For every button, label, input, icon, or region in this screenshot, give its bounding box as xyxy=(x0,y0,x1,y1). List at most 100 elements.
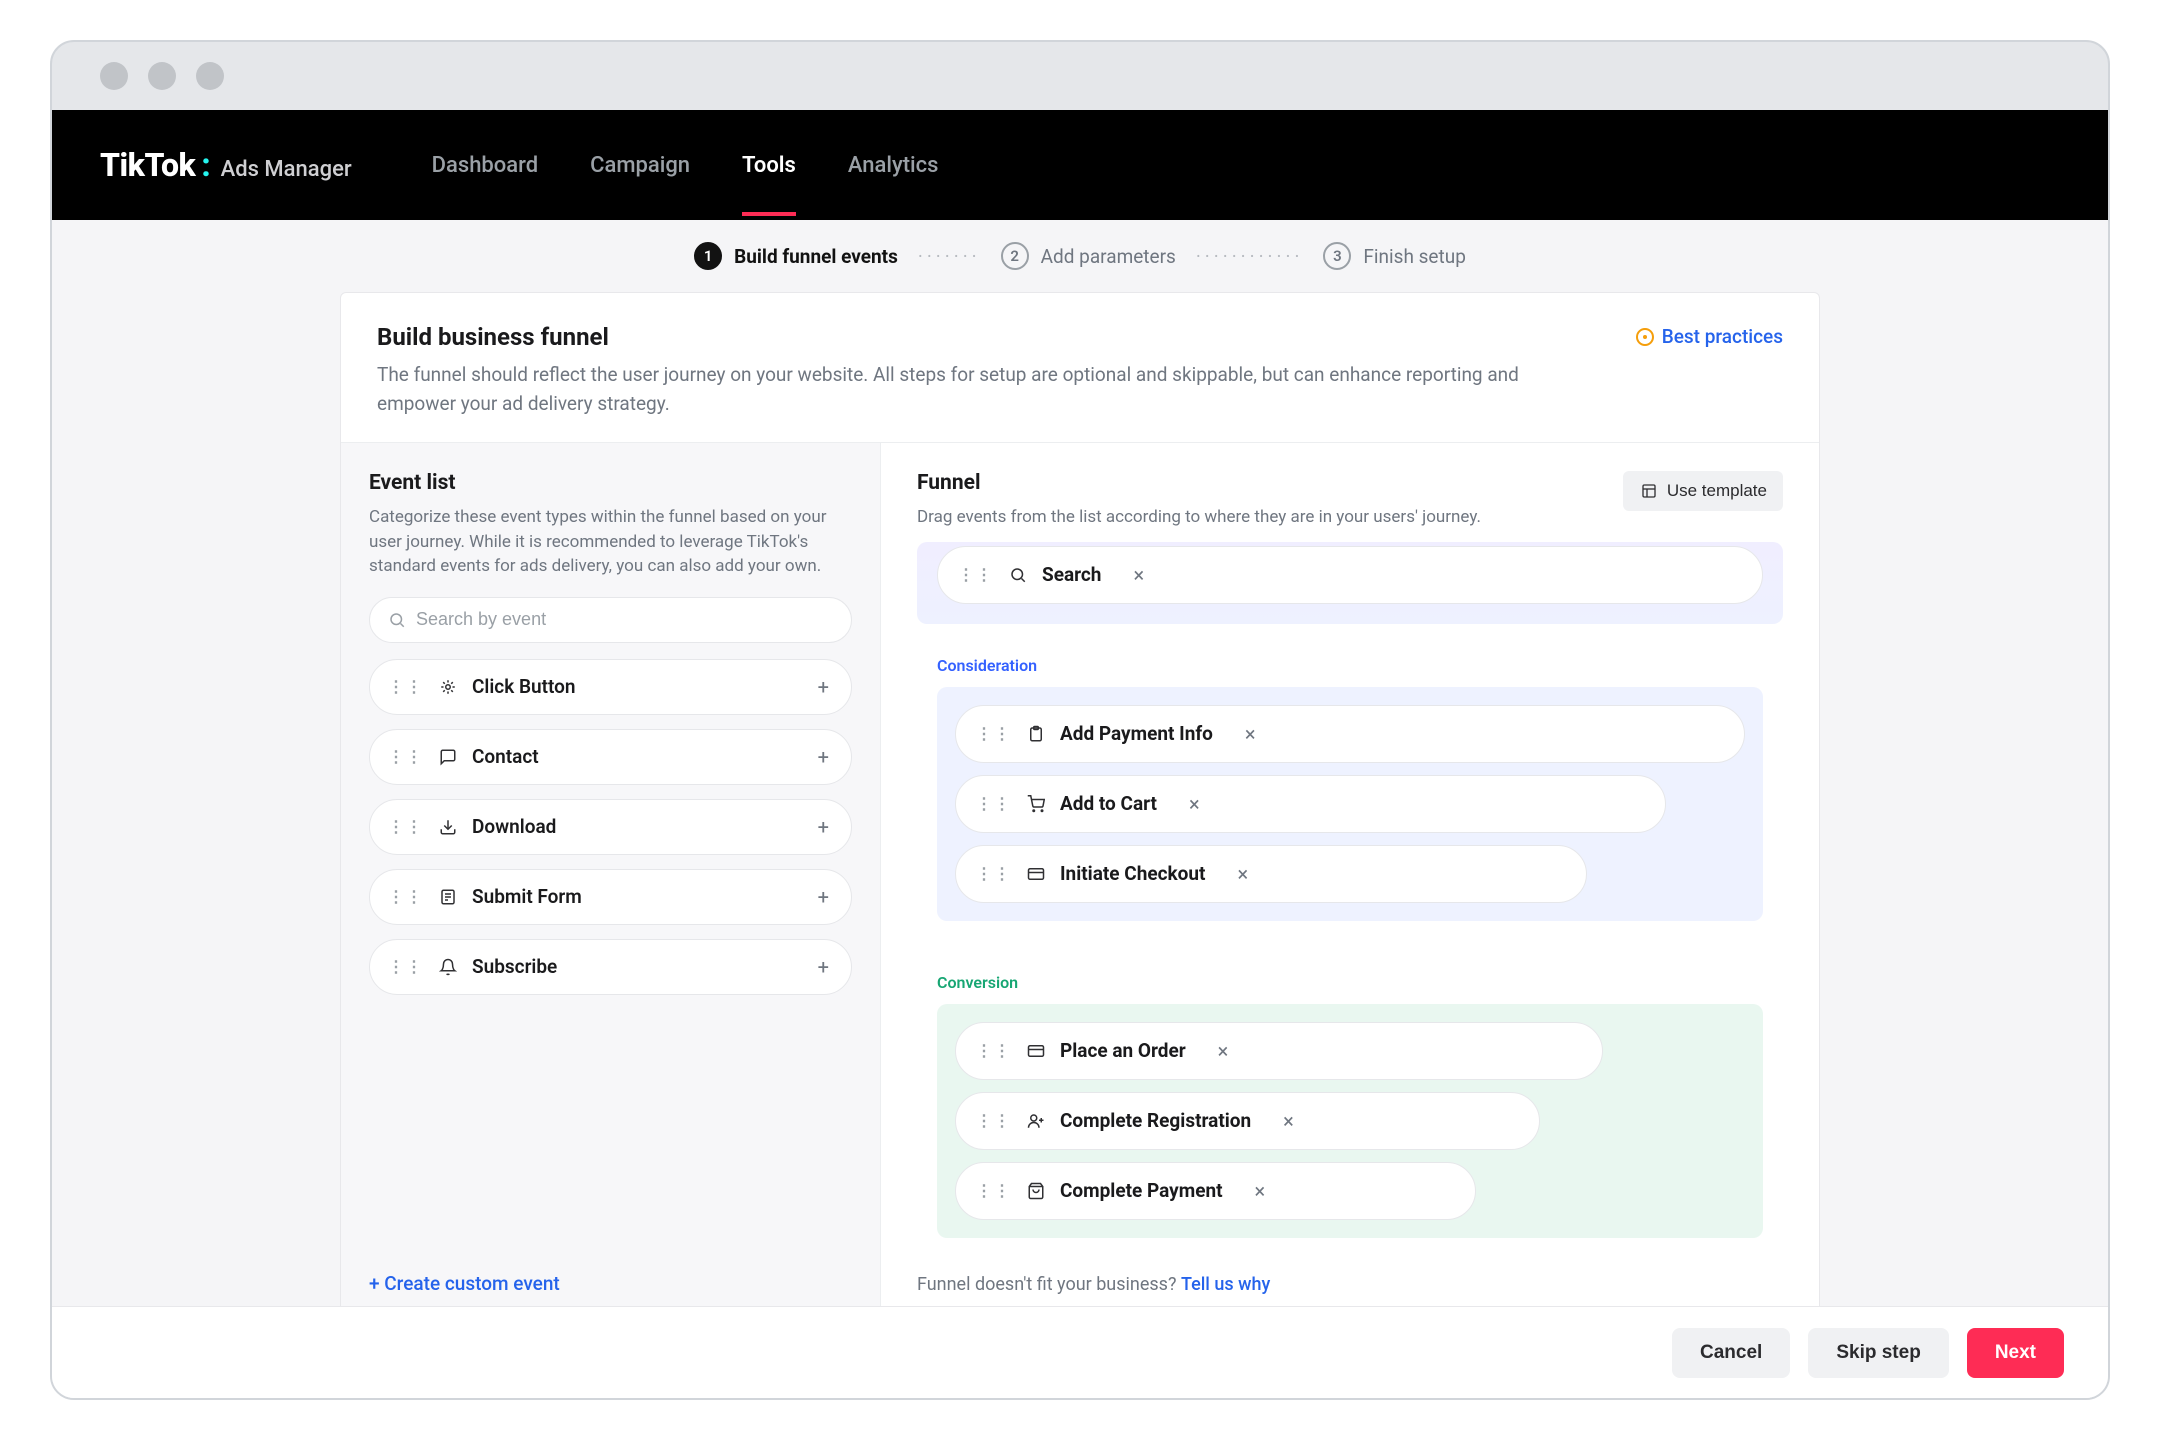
drag-handle-icon[interactable]: ⋮⋮ xyxy=(388,817,424,836)
funnel-item-complete-registration[interactable]: ⋮⋮ Complete Registration × xyxy=(955,1092,1540,1150)
funnel-item-initiate-checkout[interactable]: ⋮⋮ Initiate Checkout × xyxy=(955,845,1587,903)
step-1-number: 1 xyxy=(694,242,722,270)
main-panel: Build business funnel The funnel should … xyxy=(340,292,1820,1324)
add-event-button[interactable]: + xyxy=(814,741,833,773)
drag-handle-icon[interactable]: ⋮⋮ xyxy=(388,677,424,696)
remove-event-button[interactable]: × xyxy=(1251,1175,1270,1207)
bag-icon xyxy=(1026,1181,1046,1201)
drag-handle-icon[interactable]: ⋮⋮ xyxy=(958,565,994,584)
page-footer: Cancel Skip step Next xyxy=(52,1306,2108,1398)
event-item-click-button[interactable]: ⋮⋮ Click Button + xyxy=(369,659,852,715)
nav-dashboard[interactable]: Dashboard xyxy=(432,143,538,188)
step-2[interactable]: 2 Add parameters xyxy=(1001,242,1176,270)
funnel-stage-awareness[interactable]: ⋮⋮ Search × xyxy=(917,542,1783,624)
funnel-item-place-order[interactable]: ⋮⋮ Place an Order × xyxy=(955,1022,1603,1080)
page-description: The funnel should reflect the user journ… xyxy=(377,361,1547,418)
add-event-button[interactable]: + xyxy=(814,811,833,843)
funnel-item-complete-payment[interactable]: ⋮⋮ Complete Payment × xyxy=(955,1162,1476,1220)
step-1-label: Build funnel events xyxy=(734,245,898,268)
chat-icon xyxy=(438,747,458,767)
funnel-stage-consideration[interactable]: Consideration ⋮⋮ Add Payment Info × xyxy=(917,640,1783,941)
lightbulb-icon xyxy=(1636,328,1654,346)
funnel-description: Drag events from the list according to w… xyxy=(917,505,1481,530)
step-3-number: 3 xyxy=(1323,242,1351,270)
brand-sub: Ads Manager xyxy=(221,157,352,182)
drag-handle-icon[interactable]: ⋮⋮ xyxy=(388,747,424,766)
event-item-download[interactable]: ⋮⋮ Download + xyxy=(369,799,852,855)
remove-event-button[interactable]: × xyxy=(1129,559,1148,591)
brand: TikTok: Ads Manager xyxy=(100,146,352,184)
step-1[interactable]: 1 Build funnel events xyxy=(694,242,898,270)
download-icon xyxy=(438,817,458,837)
nav-analytics[interactable]: Analytics xyxy=(848,143,939,188)
funnel-item-label: Complete Registration xyxy=(1060,1109,1251,1132)
remove-event-button[interactable]: × xyxy=(1233,858,1252,890)
template-icon xyxy=(1639,481,1659,501)
funnel-item-search[interactable]: ⋮⋮ Search × xyxy=(937,546,1763,604)
remove-event-button[interactable]: × xyxy=(1241,718,1260,750)
page-title: Build business funnel xyxy=(377,323,1783,351)
use-template-label: Use template xyxy=(1667,481,1767,501)
event-item-subscribe[interactable]: ⋮⋮ Subscribe + xyxy=(369,939,852,995)
drag-handle-icon[interactable]: ⋮⋮ xyxy=(976,1041,1012,1060)
drag-handle-icon[interactable]: ⋮⋮ xyxy=(976,794,1012,813)
tell-us-why-link[interactable]: Tell us why xyxy=(1181,1274,1270,1295)
drag-handle-icon[interactable]: ⋮⋮ xyxy=(976,1181,1012,1200)
funnel-item-add-to-cart[interactable]: ⋮⋮ Add to Cart × xyxy=(955,775,1666,833)
best-practices-label: Best practices xyxy=(1662,325,1783,348)
funnel-item-label: Complete Payment xyxy=(1060,1179,1223,1202)
funnel-footer-text: Funnel doesn't fit your business? xyxy=(917,1274,1181,1295)
add-event-button[interactable]: + xyxy=(814,881,833,913)
card-icon xyxy=(1026,864,1046,884)
drag-handle-icon[interactable]: ⋮⋮ xyxy=(976,724,1012,743)
cart-icon xyxy=(1026,794,1046,814)
window-dot xyxy=(100,62,128,90)
browser-frame: TikTok: Ads Manager Dashboard Campaign T… xyxy=(50,40,2110,1400)
best-practices-link[interactable]: Best practices xyxy=(1636,325,1783,348)
event-item-label: Click Button xyxy=(472,675,576,698)
stage-title-conversion: Conversion xyxy=(937,973,1763,992)
funnel-title: Funnel xyxy=(917,471,1481,495)
add-event-button[interactable]: + xyxy=(814,951,833,983)
drag-handle-icon[interactable]: ⋮⋮ xyxy=(388,887,424,906)
event-item-contact[interactable]: ⋮⋮ Contact + xyxy=(369,729,852,785)
cancel-button[interactable]: Cancel xyxy=(1672,1328,1790,1378)
remove-event-button[interactable]: × xyxy=(1279,1105,1298,1137)
window-titlebar xyxy=(52,42,2108,110)
event-item-label: Submit Form xyxy=(472,885,582,908)
remove-event-button[interactable]: × xyxy=(1214,1035,1233,1067)
funnel-item-label: Search xyxy=(1042,563,1101,586)
event-item-submit-form[interactable]: ⋮⋮ Submit Form + xyxy=(369,869,852,925)
event-item-label: Contact xyxy=(472,745,539,768)
funnel-item-label: Place an Order xyxy=(1060,1039,1186,1062)
use-template-button[interactable]: Use template xyxy=(1623,471,1783,511)
event-search[interactable] xyxy=(369,597,852,643)
drag-handle-icon[interactable]: ⋮⋮ xyxy=(976,1111,1012,1130)
stage-title-consideration: Consideration xyxy=(937,656,1763,675)
step-2-label: Add parameters xyxy=(1041,245,1176,268)
funnel-item-label: Add Payment Info xyxy=(1060,722,1213,745)
event-search-input[interactable] xyxy=(416,609,833,630)
click-icon xyxy=(438,677,458,697)
search-icon xyxy=(388,611,406,629)
funnel-item-add-payment-info[interactable]: ⋮⋮ Add Payment Info × xyxy=(955,705,1745,763)
drag-handle-icon[interactable]: ⋮⋮ xyxy=(388,957,424,976)
step-3[interactable]: 3 Finish setup xyxy=(1323,242,1465,270)
bell-icon xyxy=(438,957,458,977)
nav-campaign[interactable]: Campaign xyxy=(590,143,690,188)
window-dot xyxy=(196,62,224,90)
add-event-button[interactable]: + xyxy=(814,671,833,703)
skip-step-button[interactable]: Skip step xyxy=(1808,1328,1948,1378)
funnel-stage-conversion[interactable]: Conversion ⋮⋮ Place an Order × xyxy=(917,957,1783,1258)
drag-handle-icon[interactable]: ⋮⋮ xyxy=(976,864,1012,883)
next-button[interactable]: Next xyxy=(1967,1328,2064,1378)
event-list-description: Categorize these event types within the … xyxy=(369,505,852,579)
event-list-column: Event list Categorize these event types … xyxy=(341,443,881,1323)
top-nav: TikTok: Ads Manager Dashboard Campaign T… xyxy=(52,110,2108,220)
brand-colon-icon: : xyxy=(201,146,210,184)
create-custom-event-link[interactable]: + Create custom event xyxy=(369,1192,852,1295)
remove-event-button[interactable]: × xyxy=(1185,788,1204,820)
event-item-label: Subscribe xyxy=(472,955,557,978)
nav-tools[interactable]: Tools xyxy=(742,143,796,188)
stepper: 1 Build funnel events ······· 2 Add para… xyxy=(52,220,2108,292)
